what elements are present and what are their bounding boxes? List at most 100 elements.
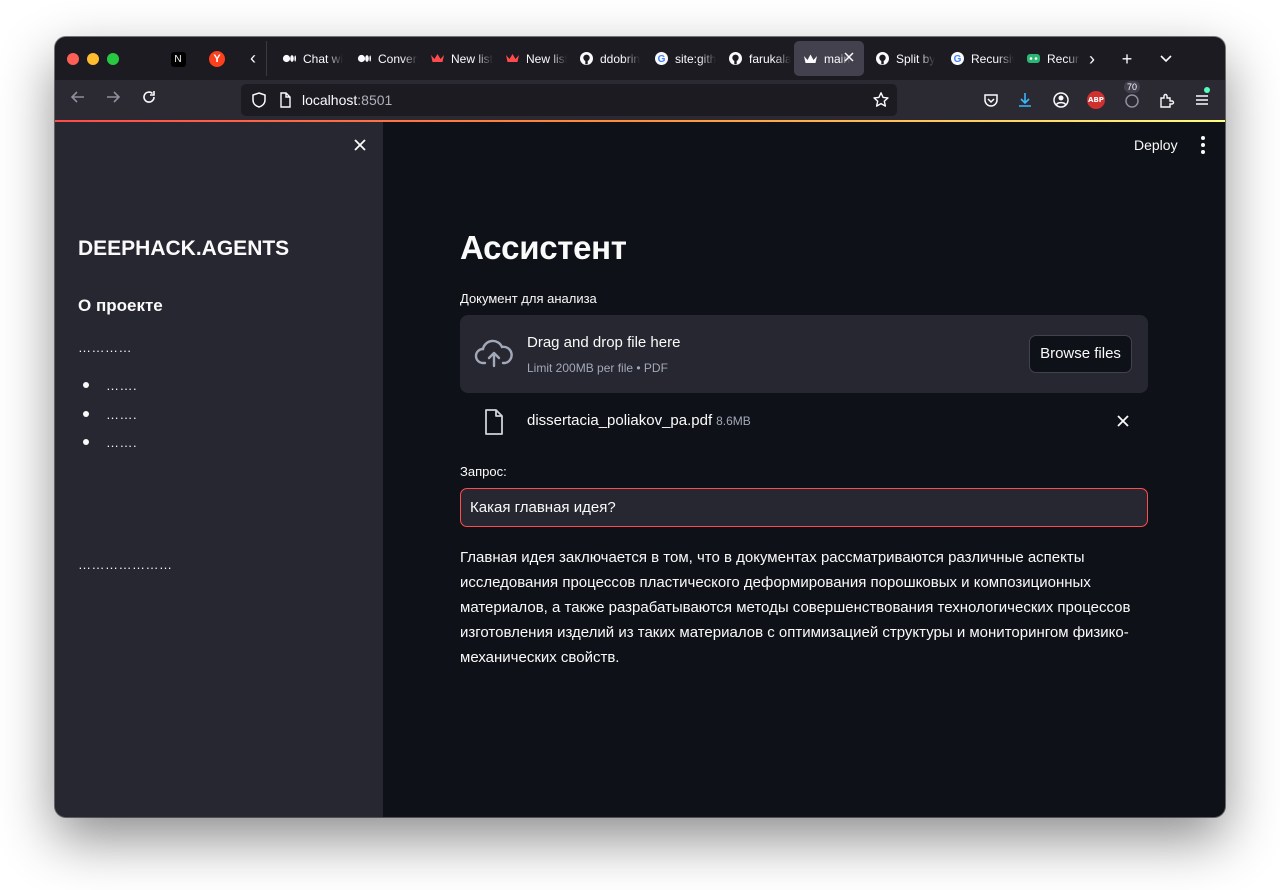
file-icon [485,409,503,435]
browser-tab[interactable]: G Recursive [941,41,1014,76]
close-window-button[interactable] [67,53,79,65]
query-input[interactable] [460,488,1148,527]
pocket-button[interactable] [980,89,1002,111]
list-all-tabs-button[interactable] [1154,47,1178,71]
more-vertical-icon [1201,136,1205,140]
zoom-window-button[interactable] [107,53,119,65]
svg-text:G: G [658,54,666,65]
chevron-down-icon [1160,55,1172,63]
tab-title: Recursive [1047,51,1080,66]
remove-file-button[interactable] [1112,410,1134,432]
url-text[interactable]: localhost:8501 [302,92,392,108]
downloads-button[interactable] [1014,89,1036,111]
query-label: Запрос: [460,464,507,479]
browser-tab[interactable]: Recursive [1017,41,1080,76]
main-content: Deploy Ассистент Документ для анализа Dr… [383,122,1225,817]
deploy-button[interactable]: Deploy [1130,134,1182,156]
crown-icon [430,51,445,66]
timer-icon [1125,94,1139,108]
crown-icon [505,51,520,66]
menu-dot [1201,143,1205,147]
tab-strip: N Y ‹ Chat with Conversational New listing… [55,37,1225,80]
sidebar-list-item: ……. [83,436,137,465]
svg-text:G: G [954,54,962,65]
browser-window: N Y ‹ Chat with Conversational New listing… [55,37,1225,817]
adblock-icon: ABP [1087,91,1105,109]
bookmark-star-icon[interactable] [872,91,890,109]
tab-title: farukalam [749,51,791,66]
account-button[interactable] [1050,89,1072,111]
browser-tab[interactable]: Chat with [273,41,343,76]
sidebar-footer-text: ………………… [78,557,173,572]
github-icon [579,51,594,66]
arrow-left-icon [70,91,84,103]
minimize-window-button[interactable] [87,53,99,65]
back-button[interactable] [66,88,90,112]
adblock-plus-button[interactable]: ABP [1085,89,1107,111]
sidebar-list-item: ……. [83,379,137,408]
page-title: Ассистент [460,229,627,266]
new-tab-button[interactable]: + [1115,47,1139,71]
uploaded-file-name: dissertacia_poliakov_pa.pdf 8.6MB [527,412,751,429]
app-menu-button[interactable] [1191,89,1213,111]
answer-text: Главная идея заключается в том, что в до… [460,549,1131,666]
scroll-tabs-right-button[interactable]: › [1080,47,1104,71]
pinned-tab-notion[interactable]: N [167,48,189,70]
tab-title: Conversational [378,51,418,66]
reload-icon [143,91,155,103]
medium-icon [282,51,297,66]
yandex-icon: Y [209,51,225,67]
browser-tab[interactable]: Split by [866,41,938,76]
pinned-tab-yandex[interactable]: Y [206,48,228,70]
pocket-icon [984,94,998,107]
tab-divider [266,41,267,76]
extension-badge: 70 [1124,81,1141,93]
file-dropzone[interactable]: Drag and drop file here Limit 200MB per … [460,315,1148,393]
browser-tab[interactable]: ddobrin [570,41,642,76]
cloud-upload-icon [474,339,513,368]
streamlit-icon [803,51,818,66]
tab-title: Recursive [971,51,1014,66]
reload-button[interactable] [137,88,161,112]
file-uploader-label: Документ для анализа [460,291,597,306]
tab-title: New listing [451,51,493,66]
navigation-bar: localhost:8501 ABP 70 [55,80,1225,120]
browser-tab[interactable]: farukalam [719,41,791,76]
google-icon: G [950,51,965,66]
close-icon [1117,415,1129,427]
browse-files-button[interactable]: Browse files [1029,335,1132,373]
close-sidebar-button[interactable] [349,135,371,157]
sidebar-subtitle: О проекте [78,296,163,315]
tab-title: Split by [896,51,936,66]
arrow-right-icon [107,91,121,103]
scroll-tabs-left-button[interactable]: ‹ [243,47,263,69]
close-tab-button[interactable] [840,49,858,67]
browser-tab[interactable]: Gsite:github [645,41,716,76]
browser-tab[interactable]: main [794,41,864,76]
browser-tab[interactable]: Conversational [348,41,418,76]
app-icon [1026,51,1041,66]
download-icon [1019,93,1031,107]
dropzone-instructions: Drag and drop file here [527,334,681,351]
account-icon [1053,92,1069,108]
uploaded-file-size: 8.6MB [716,414,751,428]
tab-title: site:github [675,51,716,66]
tab-title: ddobrin [600,51,641,66]
url-bar[interactable]: localhost:8501 [241,84,897,116]
tracking-protection-shield-icon[interactable] [250,91,268,109]
github-icon [728,51,743,66]
close-icon [354,139,366,151]
sidebar: DEEPHACK.AGENTS О проекте ………… ……. ……. …… [55,122,383,817]
browser-tab[interactable]: New listing [496,41,567,76]
page-info-icon[interactable] [276,91,294,109]
sidebar-list-item: ……. [83,407,137,437]
forward-button[interactable] [101,88,125,112]
menu-dot [1201,150,1205,154]
extensions-button[interactable] [1156,89,1178,111]
main-menu-button[interactable] [1196,134,1210,156]
sidebar-list: ……. ……. ……. [83,379,137,465]
hamburger-menu-icon [1196,95,1208,105]
tab-title: Chat with [303,51,343,66]
browser-tab[interactable]: New listing [421,41,493,76]
uploaded-file: dissertacia_poliakov_pa.pdf 8.6MB [460,404,1148,440]
